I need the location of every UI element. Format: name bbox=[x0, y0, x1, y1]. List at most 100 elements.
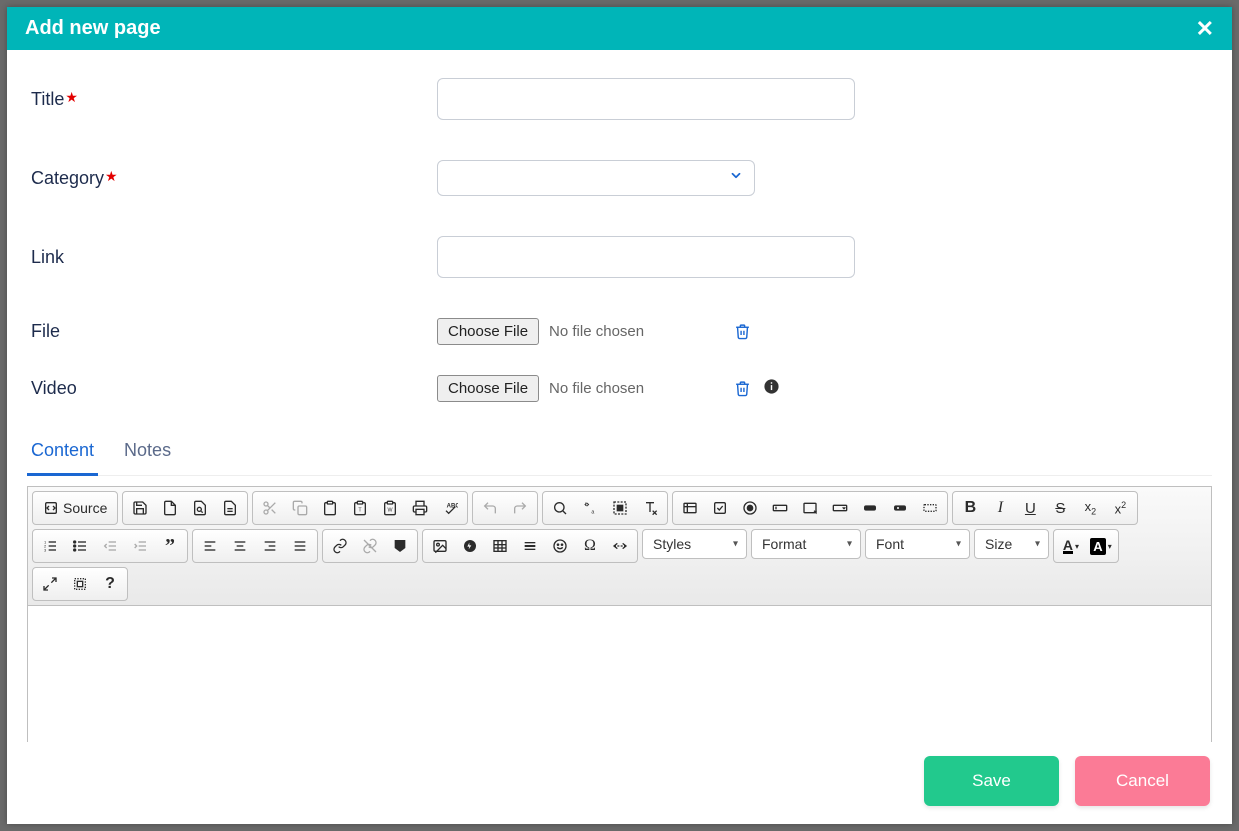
textfield-icon[interactable] bbox=[765, 494, 795, 522]
flash-icon[interactable] bbox=[455, 532, 485, 560]
image-button-icon[interactable] bbox=[885, 494, 915, 522]
new-page-icon[interactable] bbox=[155, 494, 185, 522]
show-blocks-icon[interactable] bbox=[65, 570, 95, 598]
trash-icon[interactable] bbox=[734, 323, 751, 340]
align-left-icon[interactable] bbox=[195, 532, 225, 560]
anchor-icon[interactable] bbox=[385, 532, 415, 560]
smiley-icon[interactable] bbox=[545, 532, 575, 560]
source-button[interactable]: Source bbox=[35, 494, 115, 522]
video-controls: Choose File No file chosen bbox=[437, 375, 780, 402]
indent-icon[interactable] bbox=[125, 532, 155, 560]
cancel-button[interactable]: Cancel bbox=[1075, 756, 1210, 806]
unlink-icon[interactable] bbox=[355, 532, 385, 560]
paste-word-icon[interactable]: W bbox=[375, 494, 405, 522]
file-choose-button[interactable]: Choose File bbox=[437, 318, 539, 345]
category-select[interactable] bbox=[437, 160, 755, 196]
file-controls: Choose File No file chosen bbox=[437, 318, 751, 345]
hr-icon[interactable] bbox=[515, 532, 545, 560]
close-icon[interactable]: ✕ bbox=[1196, 18, 1214, 40]
underline-icon[interactable]: U bbox=[1015, 494, 1045, 522]
table-icon[interactable] bbox=[485, 532, 515, 560]
styles-dropdown[interactable]: Styles bbox=[642, 529, 747, 559]
required-star: ★ bbox=[105, 168, 118, 184]
add-page-modal: Add new page ✕ Title★ Category★ Link bbox=[7, 7, 1232, 824]
remove-format-icon[interactable] bbox=[635, 494, 665, 522]
modal-footer: Save Cancel bbox=[7, 742, 1232, 824]
font-dropdown[interactable]: Font bbox=[865, 529, 970, 559]
category-row: Category★ bbox=[27, 160, 1212, 196]
link-row: Link bbox=[27, 236, 1212, 278]
title-row: Title★ bbox=[27, 78, 1212, 120]
category-label: Category★ bbox=[27, 168, 437, 189]
pagebreak-icon[interactable] bbox=[605, 532, 635, 560]
title-input[interactable] bbox=[437, 78, 855, 120]
link-input[interactable] bbox=[437, 236, 855, 278]
save-button[interactable]: Save bbox=[924, 756, 1059, 806]
copy-icon[interactable] bbox=[285, 494, 315, 522]
print-icon[interactable] bbox=[405, 494, 435, 522]
superscript-icon[interactable]: x2 bbox=[1105, 494, 1135, 522]
select-field-icon[interactable] bbox=[825, 494, 855, 522]
italic-icon[interactable]: I bbox=[985, 494, 1015, 522]
save-icon[interactable] bbox=[125, 494, 155, 522]
file-row: File Choose File No file chosen bbox=[27, 318, 1212, 345]
blockquote-icon[interactable]: ” bbox=[155, 532, 185, 560]
ol-icon[interactable]: 123 bbox=[35, 532, 65, 560]
modal-body: Title★ Category★ Link File Cho bbox=[7, 50, 1232, 742]
bold-icon[interactable]: B bbox=[955, 494, 985, 522]
link-label: Link bbox=[27, 247, 437, 268]
required-star: ★ bbox=[65, 89, 78, 105]
svg-text:ABC: ABC bbox=[447, 503, 458, 509]
svg-text:T: T bbox=[359, 507, 363, 513]
textarea-icon[interactable] bbox=[795, 494, 825, 522]
format-dropdown[interactable]: Format bbox=[751, 529, 861, 559]
preview-icon[interactable] bbox=[185, 494, 215, 522]
info-icon[interactable] bbox=[763, 378, 780, 400]
file-status-text: No file chosen bbox=[549, 323, 644, 340]
redo-icon[interactable] bbox=[505, 494, 535, 522]
cut-icon[interactable] bbox=[255, 494, 285, 522]
modal-title: Add new page bbox=[25, 17, 161, 40]
svg-text:W: W bbox=[388, 507, 394, 513]
paste-text-icon[interactable]: T bbox=[345, 494, 375, 522]
checkbox-icon[interactable] bbox=[705, 494, 735, 522]
bg-color-icon[interactable]: A▾ bbox=[1086, 532, 1116, 560]
specialchar-icon[interactable]: Ω bbox=[575, 532, 605, 560]
editor-toolbar: Source T W ABC bbox=[28, 487, 1211, 606]
find-icon[interactable] bbox=[545, 494, 575, 522]
rich-text-editor: Source T W ABC bbox=[27, 486, 1212, 742]
radio-icon[interactable] bbox=[735, 494, 765, 522]
trash-icon[interactable] bbox=[734, 380, 751, 397]
image-icon[interactable] bbox=[425, 532, 455, 560]
video-label: Video bbox=[27, 378, 437, 399]
text-color-icon[interactable]: A▾ bbox=[1056, 532, 1086, 560]
hidden-field-icon[interactable] bbox=[915, 494, 945, 522]
video-choose-button[interactable]: Choose File bbox=[437, 375, 539, 402]
paste-icon[interactable] bbox=[315, 494, 345, 522]
editor-body[interactable] bbox=[28, 606, 1211, 742]
file-label: File bbox=[27, 321, 437, 342]
video-row: Video Choose File No file chosen bbox=[27, 375, 1212, 402]
strike-icon[interactable]: S bbox=[1045, 494, 1075, 522]
maximize-icon[interactable] bbox=[35, 570, 65, 598]
outdent-icon[interactable] bbox=[95, 532, 125, 560]
select-all-icon[interactable] bbox=[605, 494, 635, 522]
replace-icon[interactable]: ba bbox=[575, 494, 605, 522]
modal-header: Add new page ✕ bbox=[7, 7, 1232, 50]
svg-text:a: a bbox=[592, 509, 595, 515]
ul-icon[interactable] bbox=[65, 532, 95, 560]
align-right-icon[interactable] bbox=[255, 532, 285, 560]
about-icon[interactable]: ? bbox=[95, 570, 125, 598]
spellcheck-icon[interactable]: ABC bbox=[435, 494, 465, 522]
size-dropdown[interactable]: Size bbox=[974, 529, 1049, 559]
subscript-icon[interactable]: x2 bbox=[1075, 494, 1105, 522]
tab-content[interactable]: Content bbox=[27, 432, 98, 476]
link-icon[interactable] bbox=[325, 532, 355, 560]
button-field-icon[interactable] bbox=[855, 494, 885, 522]
undo-icon[interactable] bbox=[475, 494, 505, 522]
align-center-icon[interactable] bbox=[225, 532, 255, 560]
tab-notes[interactable]: Notes bbox=[120, 432, 175, 476]
align-justify-icon[interactable] bbox=[285, 532, 315, 560]
templates-icon[interactable] bbox=[215, 494, 245, 522]
form-icon[interactable] bbox=[675, 494, 705, 522]
